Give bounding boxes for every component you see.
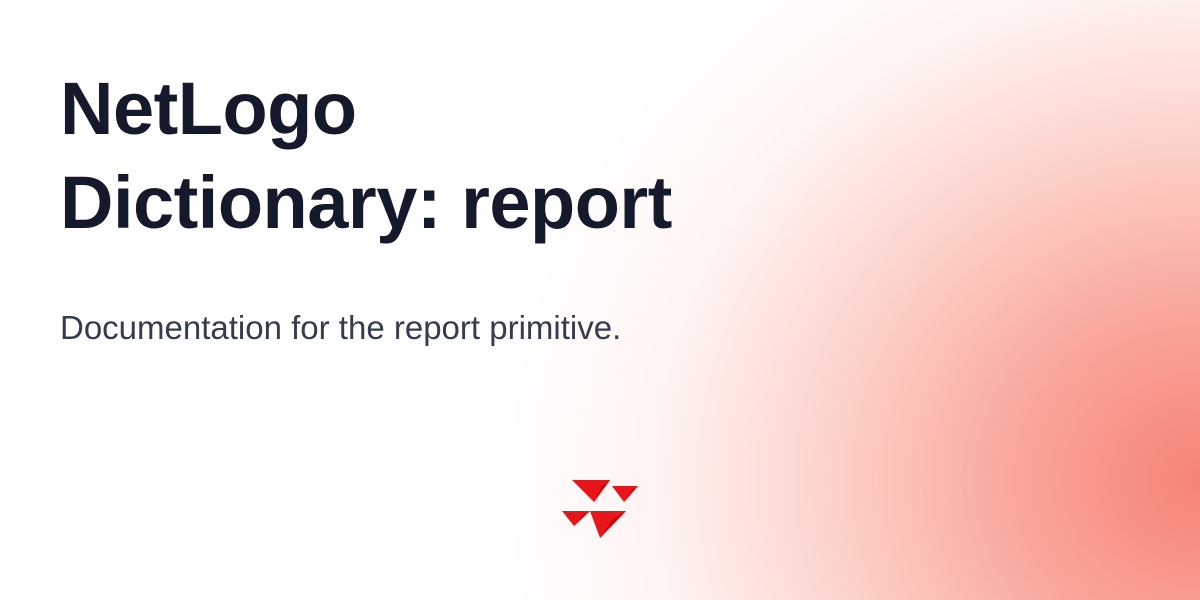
- netlogo-logo-icon: [562, 480, 638, 538]
- page-title-line-1: NetLogo: [60, 67, 357, 150]
- logo-shape-1: [572, 480, 610, 502]
- logo-shape-2: [612, 486, 638, 502]
- page-title-line-2: Dictionary: report: [60, 161, 672, 244]
- page-subtitle: Documentation for the report primitive.: [60, 309, 622, 346]
- page-title: NetLogo Dictionary: report: [60, 62, 880, 250]
- header: NetLogo Dictionary: report Documentation…: [60, 62, 880, 348]
